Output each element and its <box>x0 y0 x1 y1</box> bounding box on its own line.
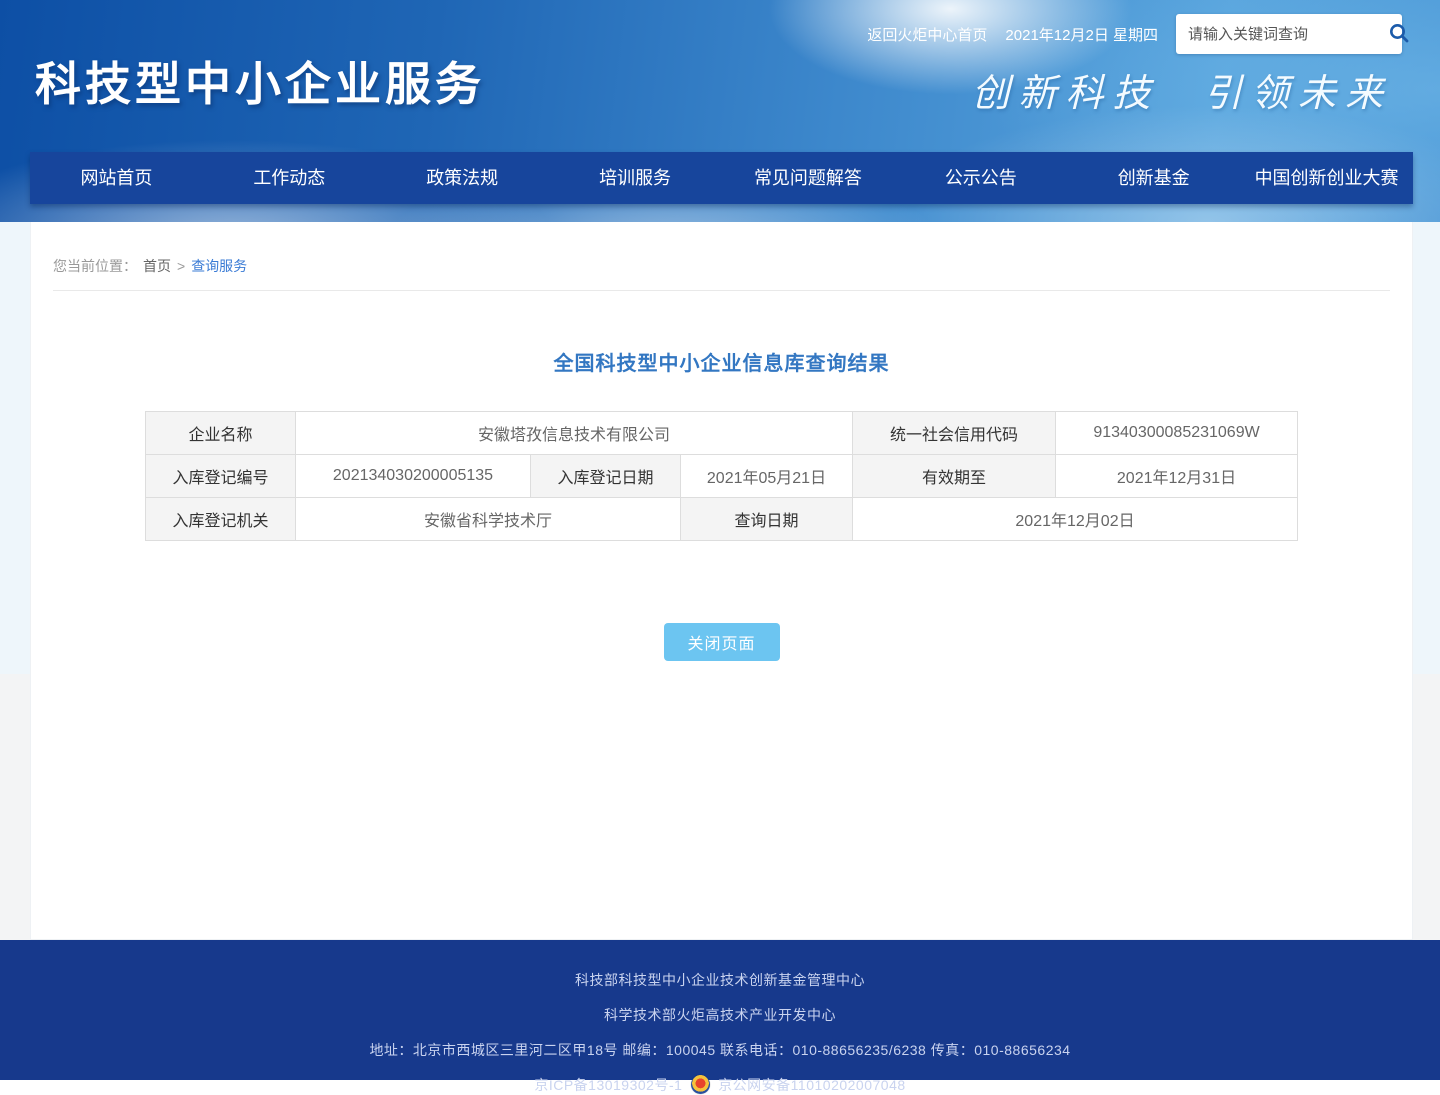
nav-item-home[interactable]: 网站首页 <box>30 152 203 204</box>
page: 科技型中小企业服务 返回火炬中心首页 2021年12月2日 星期四 创新科技 引… <box>0 0 1440 1080</box>
nav-item-innovation-fund[interactable]: 创新基金 <box>1067 152 1240 204</box>
search-button[interactable] <box>1387 20 1411 48</box>
content-card: 您当前位置： 首页 > 查询服务 全国科技型中小企业信息库查询结果 企业名称 安… <box>30 222 1413 940</box>
page-body: 您当前位置： 首页 > 查询服务 全国科技型中小企业信息库查询结果 企业名称 安… <box>0 222 1440 940</box>
slogan-text: 创新科技 引领未来 <box>971 62 1392 117</box>
label-registration-number: 入库登记编号 <box>145 455 295 498</box>
breadcrumb-prefix: 您当前位置： <box>53 256 137 276</box>
footer: 科技部科技型中小企业技术创新基金管理中心 科学技术部火炬高技术产业开发中心 地址… <box>0 940 1440 1080</box>
current-date: 2021年12月2日 星期四 <box>1005 24 1158 45</box>
nav-item-policies[interactable]: 政策法规 <box>376 152 549 204</box>
nav-item-work-news[interactable]: 工作动态 <box>203 152 376 204</box>
site-title: 科技型中小企业服务 <box>35 48 485 114</box>
search-icon <box>1387 21 1411 48</box>
main-nav: 网站首页 工作动态 政策法规 培训服务 常见问题解答 公示公告 创新基金 中国创… <box>30 152 1413 204</box>
page-title: 全国科技型中小企业信息库查询结果 <box>31 347 1412 376</box>
label-credit-code: 统一社会信用代码 <box>853 412 1056 455</box>
label-registration-date: 入库登记日期 <box>530 455 680 498</box>
return-home-link[interactable]: 返回火炬中心首页 <box>867 24 987 45</box>
breadcrumb: 您当前位置： 首页 > 查询服务 <box>31 222 1412 276</box>
value-valid-until: 2021年12月31日 <box>1056 455 1298 498</box>
value-registration-date: 2021年05月21日 <box>680 455 852 498</box>
search-box <box>1176 14 1402 54</box>
footer-org-line-2: 科学技术部火炬高技术产业开发中心 <box>0 1005 1440 1025</box>
icp-license-link[interactable]: 京ICP备13019302号-1 <box>534 1077 682 1093</box>
table-row: 入库登记机关 安徽省科学技术厅 查询日期 2021年12月02日 <box>145 498 1297 541</box>
close-page-button[interactable]: 关闭页面 <box>664 623 780 661</box>
value-query-date: 2021年12月02日 <box>853 498 1298 541</box>
header-banner: 科技型中小企业服务 返回火炬中心首页 2021年12月2日 星期四 创新科技 引… <box>0 0 1440 222</box>
breadcrumb-divider <box>53 290 1390 291</box>
search-input[interactable] <box>1188 26 1387 43</box>
breadcrumb-home-link[interactable]: 首页 <box>143 256 171 276</box>
nav-item-announcements[interactable]: 公示公告 <box>894 152 1067 204</box>
result-table: 企业名称 安徽塔孜信息技术有限公司 统一社会信用代码 9134030008523… <box>145 411 1298 541</box>
nav-item-training[interactable]: 培训服务 <box>549 152 722 204</box>
nav-item-faq[interactable]: 常见问题解答 <box>722 152 895 204</box>
label-query-date: 查询日期 <box>680 498 852 541</box>
label-company-name: 企业名称 <box>145 412 295 455</box>
footer-org-line-1: 科技部科技型中小企业技术创新基金管理中心 <box>0 970 1440 990</box>
value-registration-authority: 安徽省科学技术厅 <box>295 498 680 541</box>
footer-icp-line: 京ICP备13019302号-1 京公网安备11010202007048 <box>0 1075 1440 1095</box>
nav-item-competition[interactable]: 中国创新创业大赛 <box>1240 152 1413 204</box>
table-row: 企业名称 安徽塔孜信息技术有限公司 统一社会信用代码 9134030008523… <box>145 412 1297 455</box>
value-registration-number: 202134030200005135 <box>295 455 530 498</box>
security-record-link[interactable]: 京公网安备11010202007048 <box>718 1077 905 1093</box>
breadcrumb-separator: > <box>177 258 185 274</box>
label-valid-until: 有效期至 <box>853 455 1056 498</box>
label-registration-authority: 入库登记机关 <box>145 498 295 541</box>
value-company-name: 安徽塔孜信息技术有限公司 <box>295 412 852 455</box>
header-top-bar: 返回火炬中心首页 2021年12月2日 星期四 <box>867 14 1402 54</box>
value-credit-code: 91340300085231069W <box>1056 412 1298 455</box>
footer-contact-line: 地址：北京市西城区三里河二区甲18号 邮编：100045 联系电话：010-88… <box>0 1040 1440 1060</box>
police-badge-icon <box>691 1075 710 1094</box>
table-row: 入库登记编号 202134030200005135 入库登记日期 2021年05… <box>145 455 1297 498</box>
breadcrumb-current-link[interactable]: 查询服务 <box>191 256 247 276</box>
